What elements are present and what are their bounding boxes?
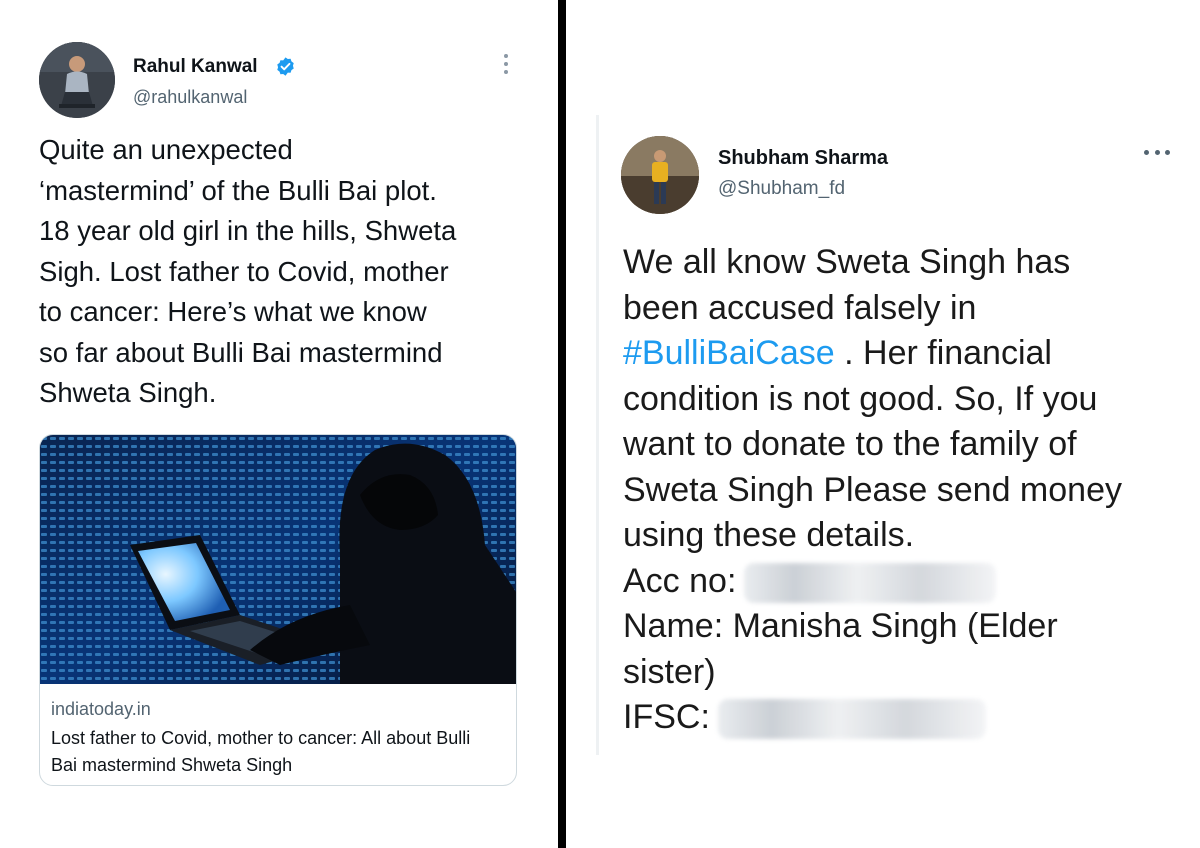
tweet-text-line: ‘mastermind’ of the Bulli Bai plot. bbox=[39, 174, 437, 206]
tweet-text-line: #BulliBaiCase . Her financial bbox=[623, 331, 1183, 377]
tweet-text-line: to cancer: Here’s what we know bbox=[39, 296, 427, 327]
tweet-text: We all know Sweta Singh has been accused… bbox=[623, 240, 1183, 741]
left-tweet[interactable]: Rahul Kanwal @rahulkanwal Quite an unexp… bbox=[0, 0, 558, 848]
ifsc-label: IFSC: bbox=[623, 698, 710, 736]
tweet-text-line: condition is not good. So, If you bbox=[623, 379, 1098, 418]
avatar[interactable] bbox=[621, 136, 699, 214]
tweet-text-line: Sweta Singh Please send money bbox=[623, 470, 1122, 509]
tweet-text-line: want to donate to the family of bbox=[623, 425, 1077, 463]
account-number-line: Acc no: bbox=[623, 559, 1183, 605]
author-name[interactable]: Shubham Sharma bbox=[718, 147, 888, 170]
author-handle[interactable]: @Shubham_fd bbox=[718, 178, 845, 200]
tweet-text-line: 18 year old girl in the hills, Shweta bbox=[39, 215, 457, 246]
tweet-text-line: using these details. bbox=[623, 516, 915, 554]
verified-badge-icon bbox=[277, 57, 294, 76]
tweet-text-line: Quite an unexpected bbox=[39, 134, 293, 165]
tweet-text: Quite an unexpected ‘mastermind’ of the … bbox=[39, 130, 529, 414]
tweet-text-fragment: . Her financial bbox=[834, 334, 1052, 372]
ifsc-line: IFSC: bbox=[623, 695, 1183, 741]
divider bbox=[558, 0, 566, 848]
tweet-text-line: sister) bbox=[623, 652, 716, 691]
tweet-text-line: Name: Manisha Singh (Elder bbox=[623, 607, 1058, 645]
card-image bbox=[40, 435, 516, 684]
account-number-label: Acc no: bbox=[623, 561, 737, 600]
redacted-ifsc-code bbox=[717, 699, 986, 740]
tweet-text-line: Shweta Singh. bbox=[39, 377, 217, 408]
tweet-text-line: so far about Bulli Bai mastermind bbox=[39, 336, 443, 368]
right-tweet[interactable]: Shubham Sharma @Shubham_fd We all know S… bbox=[566, 0, 1200, 848]
author-handle[interactable]: @rahulkanwal bbox=[133, 87, 247, 108]
author-name[interactable]: Rahul Kanwal bbox=[133, 56, 258, 78]
tweet-text-line: We all know Sweta Singh has bbox=[623, 243, 1071, 281]
link-preview-card[interactable]: indiatoday.in Lost father to Covid, moth… bbox=[39, 434, 517, 786]
tweet-text-line: been accused falsely in bbox=[623, 288, 977, 327]
avatar[interactable] bbox=[39, 42, 115, 118]
tweet-text-line: Sigh. Lost father to Covid, mother bbox=[39, 255, 449, 287]
hashtag-link[interactable]: #BulliBaiCase bbox=[623, 334, 835, 372]
card-title[interactable]: Lost father to Covid, mother to cancer: … bbox=[51, 725, 501, 779]
card-domain[interactable]: indiatoday.in bbox=[51, 699, 151, 720]
more-horizontal-icon[interactable] bbox=[1144, 150, 1170, 156]
frame-edge bbox=[596, 115, 599, 755]
more-vertical-icon[interactable] bbox=[500, 54, 512, 78]
redacted-account-number bbox=[744, 562, 997, 603]
